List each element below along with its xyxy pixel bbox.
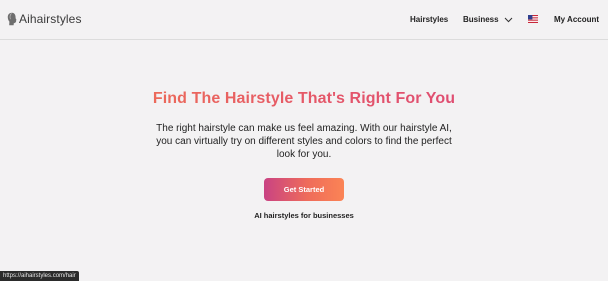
us-flag-icon[interactable] [528, 15, 538, 23]
brand-logo-link[interactable]: Aihairstyles [7, 12, 82, 26]
top-navigation: Aihairstyles Hairstyles Business My Acco… [0, 0, 608, 40]
ai-hairstyles-for-businesses-link[interactable]: AI hairstyles for businesses [0, 211, 608, 220]
nav-business-label: Business [463, 15, 499, 24]
status-bar-url: https://aihairstyles.com/hair [0, 271, 79, 281]
chevron-down-icon [504, 17, 512, 23]
brand-name: Aihairstyles [19, 12, 82, 26]
head-silhouette-icon [7, 12, 17, 26]
hero-description: The right hairstyle can make us feel ama… [156, 123, 452, 160]
nav-hairstyles-link[interactable]: Hairstyles [410, 15, 448, 25]
hero-title: Find The Hairstyle That's Right For You [0, 88, 608, 110]
nav-business-dropdown[interactable]: Business [463, 15, 513, 25]
get-started-button[interactable]: Get Started [264, 178, 344, 201]
nav-my-account-link[interactable]: My Account [554, 15, 599, 25]
